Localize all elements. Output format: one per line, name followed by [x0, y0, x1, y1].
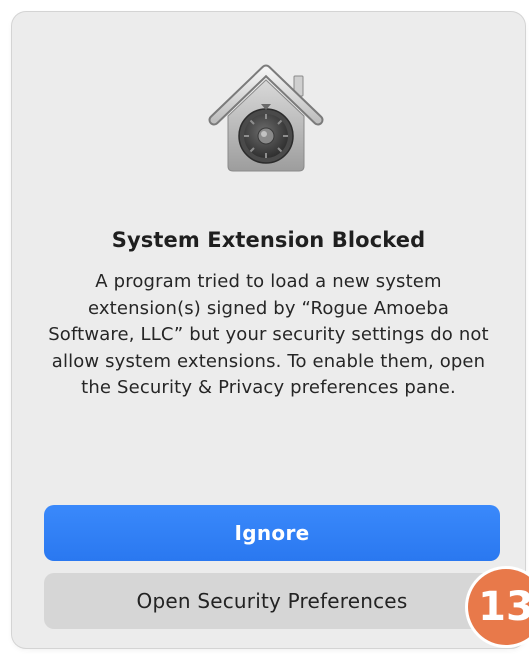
dialog-message: A program tried to load a new system ext… — [48, 271, 489, 398]
lock-house-vault-icon — [206, 58, 326, 178]
ignore-button[interactable]: Ignore — [44, 505, 500, 561]
dialog-title: System Extension Blocked — [111, 228, 426, 252]
open-security-preferences-button[interactable]: Open Security Preferences — [44, 573, 500, 629]
system-extension-blocked-dialog: System Extension Blocked A program tried… — [12, 12, 525, 648]
